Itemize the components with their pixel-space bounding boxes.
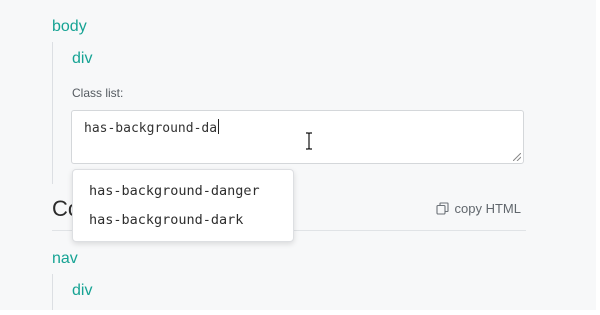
editor-panel: body div Class list: has-background-da C… — [0, 0, 596, 315]
ibeam-cursor-icon — [306, 132, 312, 150]
copy-html-button[interactable]: copy HTML — [435, 201, 521, 216]
class-input-value: has-background-da — [84, 121, 218, 136]
autocomplete-dropdown: has-background-danger has-background-dar… — [72, 169, 294, 242]
tree-indent-line — [52, 274, 53, 315]
nav-div-tag[interactable]: div — [72, 282, 92, 300]
class-list-label: Class list: — [72, 86, 124, 100]
body-tag[interactable]: body — [52, 18, 87, 36]
class-list-input[interactable]: has-background-da — [71, 110, 524, 164]
window-edge — [0, 310, 600, 315]
resize-handle-icon[interactable] — [513, 153, 521, 161]
window-edge — [596, 0, 600, 315]
div-tag[interactable]: div — [72, 50, 92, 68]
text-caret — [218, 119, 220, 134]
autocomplete-option[interactable]: has-background-danger — [73, 180, 293, 209]
tree-indent-line — [52, 42, 53, 184]
copy-html-label: copy HTML — [454, 201, 521, 216]
nav-tag[interactable]: nav — [52, 250, 78, 268]
copy-icon — [435, 202, 449, 215]
autocomplete-option[interactable]: has-background-dark — [73, 209, 293, 238]
